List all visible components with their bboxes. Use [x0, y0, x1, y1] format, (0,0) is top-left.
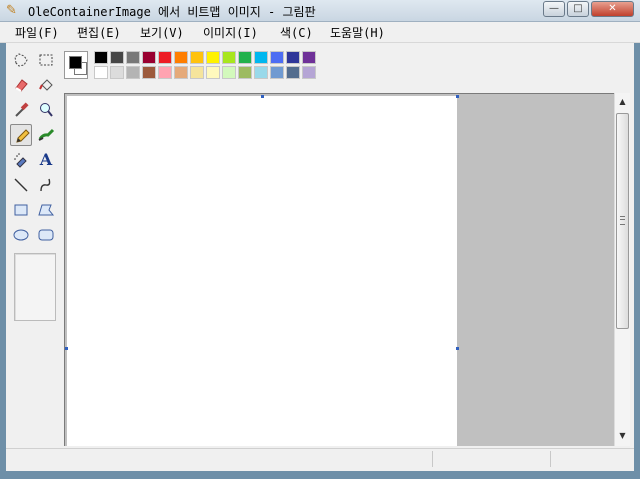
toolbox: A [6, 43, 64, 446]
status-size-panel [550, 451, 634, 467]
maximize-button[interactable]: □ [567, 1, 589, 17]
palette-swatch[interactable] [94, 51, 108, 64]
eraser-tool[interactable] [10, 74, 32, 96]
resize-handle-left [65, 347, 68, 350]
palette-swatch[interactable] [238, 51, 252, 64]
menu-view[interactable]: 보기(V) [140, 24, 184, 41]
resize-handle-top-right [456, 95, 459, 98]
menu-file[interactable]: 파일(F) [15, 24, 59, 41]
palette-swatch[interactable] [206, 66, 220, 79]
polygon-icon [38, 204, 55, 216]
close-button[interactable]: ✕ [591, 1, 634, 17]
palette-swatch[interactable] [222, 66, 236, 79]
palette-swatch[interactable] [206, 51, 220, 64]
menu-bar: 파일(F) 편집(E) 보기(V) 이미지(I) 색(C) 도움말(H) [0, 22, 640, 43]
drawing-workspace [64, 93, 614, 446]
grip-icon [620, 216, 625, 225]
ellipse-icon [13, 229, 29, 241]
vertical-scrollbar[interactable]: ▲ ▼ [614, 93, 630, 446]
rounded-rect-tool[interactable] [35, 224, 57, 246]
line-tool[interactable] [10, 174, 32, 196]
paint-app-icon: ✎ [6, 3, 17, 18]
scroll-thumb[interactable] [616, 113, 629, 329]
palette-swatch[interactable] [270, 51, 284, 64]
palette-swatch[interactable] [222, 51, 236, 64]
scroll-up-arrow-icon[interactable]: ▲ [616, 95, 629, 109]
status-coordinates-panel [432, 451, 550, 467]
rect-select-icon [39, 54, 53, 66]
brush-icon [38, 128, 55, 141]
text-icon: A [39, 150, 53, 169]
palette-swatch[interactable] [174, 66, 188, 79]
scroll-down-arrow-icon[interactable]: ▼ [616, 429, 629, 443]
palette-swatch[interactable] [126, 66, 140, 79]
palette-swatch[interactable] [302, 66, 316, 79]
palette-swatch[interactable] [110, 51, 124, 64]
rectangle-icon [14, 204, 28, 216]
brush-tool[interactable] [35, 124, 57, 146]
tool-options-box[interactable] [14, 253, 56, 321]
menu-edit[interactable]: 편집(E) [77, 24, 121, 41]
current-colors-indicator [64, 51, 88, 79]
airbrush-icon [14, 153, 27, 168]
pencil-tool[interactable] [10, 124, 32, 146]
menu-image[interactable]: 이미지(I) [203, 24, 258, 41]
pick-color-tool[interactable] [10, 99, 32, 121]
palette-swatch[interactable] [190, 66, 204, 79]
palette-swatch[interactable] [158, 66, 172, 79]
fill-tool[interactable] [35, 74, 57, 96]
palette-swatch[interactable] [142, 51, 156, 64]
palette-swatch[interactable] [174, 51, 188, 64]
palette-swatch[interactable] [302, 51, 316, 64]
fill-bucket-icon [39, 79, 53, 91]
text-tool[interactable]: A [35, 149, 57, 171]
color-palette [64, 51, 324, 85]
client-area: A ▲ ▼ [6, 43, 634, 471]
drawing-canvas[interactable] [67, 96, 457, 446]
palette-swatch[interactable] [126, 51, 140, 64]
palette-swatch[interactable] [238, 66, 252, 79]
ellipse-tool[interactable] [10, 224, 32, 246]
eraser-icon [15, 79, 28, 92]
palette-swatch[interactable] [190, 51, 204, 64]
palette-swatch[interactable] [110, 66, 124, 79]
palette-swatch[interactable] [254, 51, 268, 64]
minimize-button[interactable]: — [543, 1, 565, 17]
palette-swatch[interactable] [158, 51, 172, 64]
palette-swatch[interactable] [142, 66, 156, 79]
resize-handle-right[interactable] [456, 347, 459, 350]
palette-swatch[interactable] [286, 66, 300, 79]
magnifier-tool[interactable] [35, 99, 57, 121]
palette-swatch[interactable] [286, 51, 300, 64]
resize-handle-top [261, 95, 264, 98]
foreground-color-swatch [69, 56, 82, 69]
window-title: OleContainerImage 에서 비트맵 이미지 - 그림판 [28, 5, 316, 19]
title-bar: ✎ OleContainerImage 에서 비트맵 이미지 - 그림판 — □… [0, 0, 640, 22]
menu-help[interactable]: 도움말(H) [330, 24, 385, 41]
rounded-rect-icon [38, 229, 54, 241]
pencil-icon [16, 129, 30, 143]
status-bar [6, 448, 634, 469]
palette-swatch[interactable] [270, 66, 284, 79]
free-form-select-tool[interactable] [10, 49, 32, 71]
menu-colors[interactable]: 색(C) [280, 24, 313, 41]
free-form-select-icon [14, 53, 28, 67]
rectangle-tool[interactable] [10, 199, 32, 221]
curve-tool[interactable] [35, 174, 57, 196]
line-icon [14, 178, 28, 192]
palette-swatch[interactable] [254, 66, 268, 79]
palette-swatch[interactable] [94, 66, 108, 79]
airbrush-tool[interactable] [10, 149, 32, 171]
polygon-tool[interactable] [35, 199, 57, 221]
rect-select-tool[interactable] [35, 49, 57, 71]
curve-icon [40, 178, 51, 192]
eyedropper-icon [15, 102, 29, 117]
magnifier-icon [40, 103, 53, 117]
